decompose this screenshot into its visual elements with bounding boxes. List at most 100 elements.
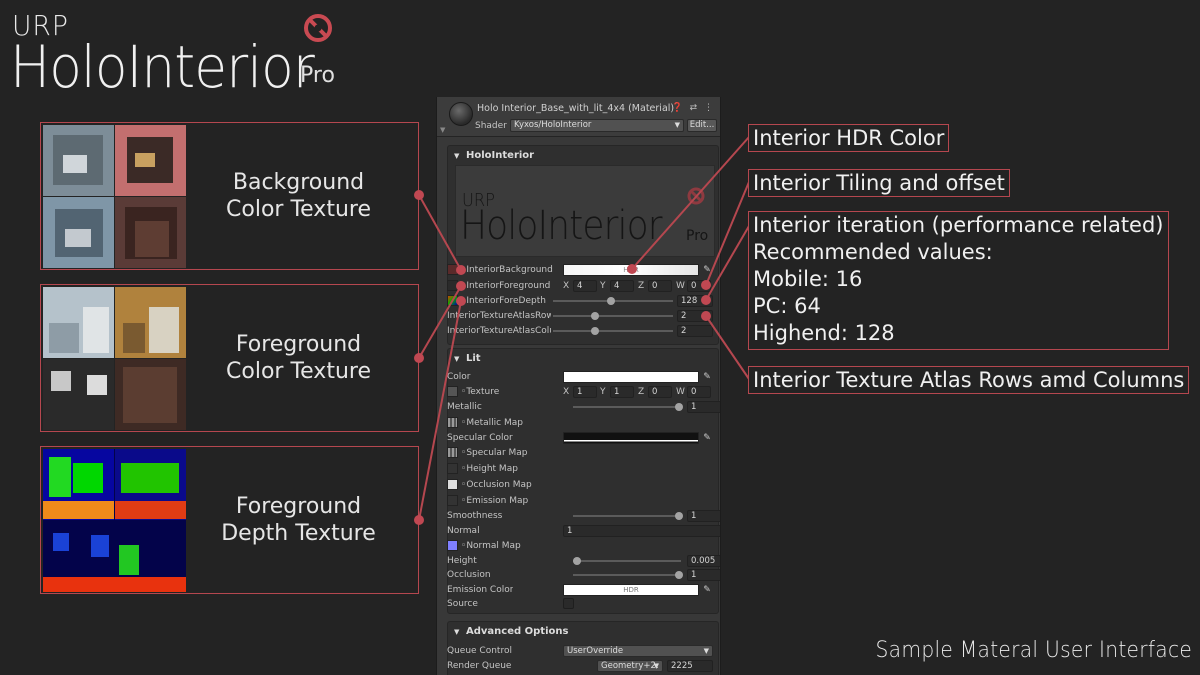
emission-color-row: Emission Color HDR ✎ — [447, 583, 717, 597]
texture-tiling-x-field[interactable]: 1 — [573, 386, 597, 398]
emission-color-swatch[interactable]: HDR — [563, 584, 699, 596]
cols-value-field[interactable]: 2 — [677, 325, 713, 337]
specular-color-label: Specular Color — [447, 433, 513, 443]
interior-background-row: ◦InteriorBackground HDR ✎ — [447, 263, 717, 277]
eyedropper-icon[interactable]: ✎ — [701, 370, 713, 383]
render-queue-row: Render Queue Geometry+2: ▼ 2225 — [447, 659, 717, 673]
material-preview-icon — [449, 102, 473, 126]
advanced-options-header[interactable]: ▼ Advanced Options — [448, 622, 718, 642]
chevron-down-icon: ▼ — [674, 121, 680, 129]
callout-atlas-rows-columns: Interior Texture Atlas Rows amd Columns — [748, 366, 1190, 394]
normal-label: Normal — [447, 526, 480, 536]
metallic-row: Metallic 1 — [447, 400, 720, 414]
tiling-y-field[interactable]: 4 — [610, 280, 634, 292]
interior-foreground-text: InteriorForeground — [466, 281, 551, 291]
smoothness-slider-track[interactable] — [573, 515, 681, 517]
occlusion-slider-handle[interactable] — [675, 571, 683, 579]
normal-row: Normal 1 — [447, 524, 720, 538]
emission-color-label: Emission Color — [447, 585, 514, 595]
callout-iteration-line: Highend: 128 — [753, 321, 895, 345]
connector-dot — [456, 265, 466, 275]
smoothness-slider-handle[interactable] — [675, 512, 683, 520]
specular-color-row: Specular Color ✎ — [447, 431, 717, 445]
color-swatch[interactable] — [563, 371, 699, 383]
callout-hdr-color: Interior HDR Color — [748, 124, 950, 152]
smoothness-label: Smoothness — [447, 511, 503, 521]
eyedropper-icon[interactable]: ✎ — [701, 583, 713, 596]
callout-tiling-offset: Interior Tiling and offset — [748, 169, 1010, 197]
offset-z-field[interactable]: 0 — [648, 280, 672, 292]
height-slider-track[interactable] — [573, 560, 681, 562]
material-title: Holo Interior_Base_with_lit_4x4 (Materia… — [477, 103, 675, 114]
color-label: Color — [447, 372, 471, 382]
callout-iteration-line: PC: 64 — [753, 294, 821, 318]
interior-fore-depth-text: InteriorForeDepth — [466, 296, 546, 306]
texture-slot[interactable] — [447, 463, 458, 474]
footer-caption: Sample Materal User Interface — [875, 638, 1192, 663]
texture-tiling-y-field[interactable]: 1 — [610, 386, 634, 398]
smoothness-value-field[interactable]: 1 — [687, 510, 720, 522]
source-checkbox[interactable] — [563, 598, 574, 609]
texture-slot[interactable] — [447, 447, 458, 458]
axis-z-label: Z — [638, 387, 645, 397]
queue-control-value: UserOverride — [567, 646, 624, 656]
normal-map-label: ◦Normal Map — [461, 541, 521, 551]
emission-map-row: ◦Emission Map — [447, 494, 717, 508]
material-header: Holo Interior_Base_with_lit_4x4 (Materia… — [437, 97, 720, 137]
foreground-texture-thumbnail — [43, 287, 186, 430]
lit-section-header[interactable]: ▼ Lit — [448, 349, 718, 369]
holointerior-section-header[interactable]: ▼ HoloInterior — [448, 146, 718, 166]
height-slider-handle[interactable] — [573, 557, 581, 565]
eyedropper-icon[interactable]: ✎ — [701, 431, 713, 444]
eyedropper-icon[interactable]: ✎ — [701, 263, 713, 276]
background-texture-label: Background Color Texture — [226, 170, 371, 222]
axis-x-label: X — [563, 387, 570, 397]
tiling-x-field[interactable]: 4 — [573, 280, 597, 292]
axis-x-label: X — [563, 281, 570, 291]
texture-slot[interactable] — [447, 479, 458, 490]
banner-logo-icon — [687, 187, 705, 205]
specular-map-text: Specular Map — [466, 448, 528, 458]
cols-slider-track[interactable] — [553, 330, 673, 332]
texture-offset-z-field[interactable]: 0 — [648, 386, 672, 398]
logo-title: HoloInterior — [10, 33, 315, 101]
height-value-field[interactable]: 0.005 — [687, 555, 720, 567]
atlas-cols-row: InteriorTextureAtlasColur 2 — [447, 324, 717, 338]
render-queue-dropdown[interactable]: Geometry+2: ▼ — [597, 660, 663, 672]
metallic-slider-track[interactable] — [573, 406, 681, 408]
specular-color-swatch[interactable] — [563, 432, 699, 444]
texture-slot[interactable] — [447, 386, 458, 397]
atlas-rows-label: InteriorTextureAtlasRows — [447, 311, 551, 321]
texture-offset-w-field[interactable]: 0 — [687, 386, 711, 398]
occlusion-row: Occlusion 1 — [447, 568, 720, 582]
render-queue-value-field[interactable]: 2225 — [667, 660, 713, 672]
height-map-text: Height Map — [466, 464, 518, 474]
queue-control-dropdown[interactable]: UserOverride ▼ — [563, 645, 713, 657]
foldout-arrow-icon[interactable]: ▼ — [440, 126, 445, 134]
shader-dropdown[interactable]: Kyxos/HoloInterior ▼ — [510, 119, 684, 132]
occlusion-slider-track[interactable] — [573, 574, 681, 576]
emission-map-text: Emission Map — [466, 496, 529, 506]
specular-map-label: ◦Specular Map — [461, 448, 528, 458]
connector-dot — [456, 281, 466, 291]
depth-texture-thumbnail — [43, 449, 186, 592]
texture-slot[interactable] — [447, 417, 458, 428]
occlusion-value-field[interactable]: 1 — [687, 569, 720, 581]
texture-slot[interactable] — [447, 495, 458, 506]
metallic-value-field[interactable]: 1 — [687, 401, 720, 413]
rows-slider-handle[interactable] — [591, 312, 599, 320]
metallic-slider-handle[interactable] — [675, 403, 683, 411]
edit-shader-button[interactable]: Edit... — [687, 119, 717, 132]
rows-slider-track[interactable] — [553, 315, 673, 317]
callout-iteration-line: Interior iteration (performance related) — [753, 213, 1164, 237]
occlusion-label: Occlusion — [447, 570, 491, 580]
texture-slot[interactable] — [447, 540, 458, 551]
texture-label: ◦Texture — [461, 387, 500, 397]
interior-background-label: ◦InteriorBackground — [461, 263, 553, 277]
normal-value-field[interactable]: 1 — [563, 525, 720, 537]
cols-slider-handle[interactable] — [591, 327, 599, 335]
header-menu-icons[interactable]: ❓ ⇄ ⋮ — [672, 103, 715, 113]
interior-background-text: InteriorBackground — [466, 265, 553, 275]
chevron-down-icon: ▼ — [653, 662, 659, 670]
depth-slider-handle[interactable] — [606, 297, 615, 305]
